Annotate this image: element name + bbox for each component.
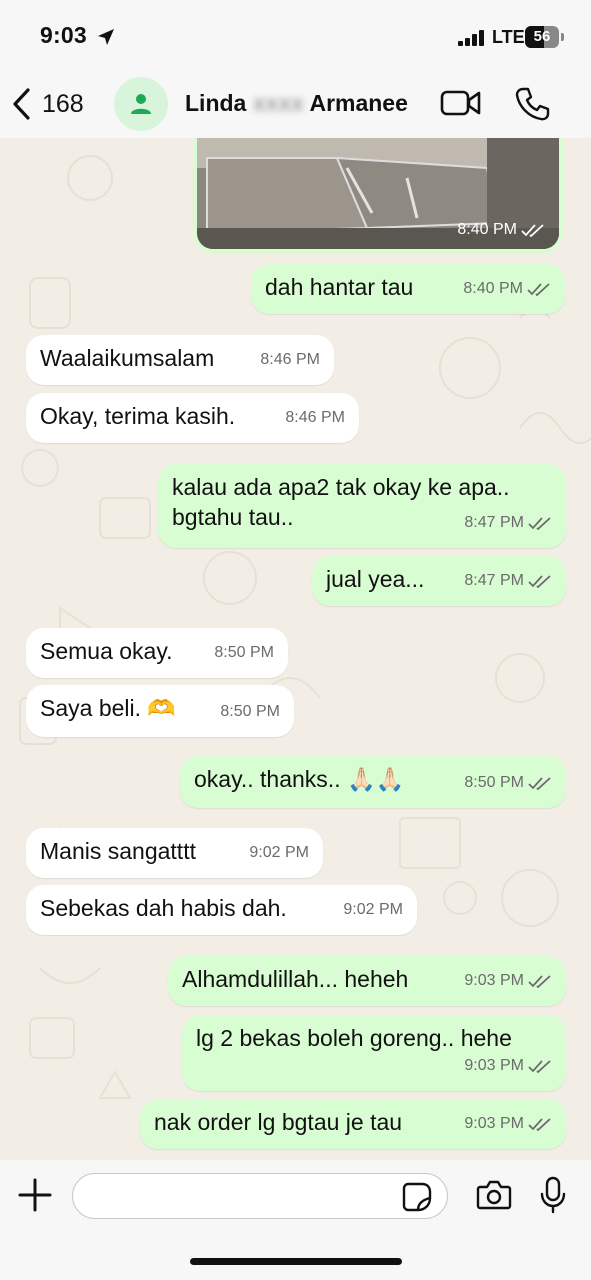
message-time: 9:03 PM bbox=[464, 1057, 524, 1074]
microphone-icon[interactable] bbox=[540, 1176, 566, 1214]
message-time: 8:40 PM bbox=[463, 280, 523, 297]
camera-icon[interactable] bbox=[476, 1180, 512, 1210]
network-label: LTE bbox=[492, 27, 525, 47]
message-meta: 9:02 PM bbox=[343, 895, 403, 925]
message-bubble[interactable]: Alhamdulillah... heheh 9:03 PM bbox=[168, 956, 566, 1006]
message-bubble[interactable]: nak order lg bgtau je tau 9:03 PM bbox=[140, 1099, 566, 1149]
sticker-icon[interactable] bbox=[402, 1182, 432, 1212]
video-call-icon[interactable] bbox=[440, 88, 482, 118]
composer-bar bbox=[0, 1160, 591, 1280]
double-check-icon bbox=[528, 575, 551, 588]
battery-cap bbox=[561, 33, 564, 41]
message-bubble[interactable]: Okay, terima kasih. 8:46 PM bbox=[26, 393, 359, 443]
avatar[interactable] bbox=[114, 77, 168, 131]
message-text: Sebekas dah habis dah. bbox=[40, 895, 287, 921]
message-time: 9:03 PM bbox=[464, 972, 524, 989]
status-bar: 9:03 LTE 56 bbox=[0, 0, 591, 72]
message-text: okay.. thanks.. 🙏🏻🙏🏻 bbox=[194, 766, 405, 792]
message-bubble[interactable]: lg 2 bekas boleh goreng.. hehe 9:03 PM bbox=[182, 1015, 566, 1091]
message-text: Alhamdulillah... heheh bbox=[182, 966, 409, 992]
contact-name-hidden: xxxx bbox=[252, 90, 304, 116]
message-input[interactable] bbox=[72, 1173, 448, 1219]
message-bubble[interactable]: Manis sangatttt 9:02 PM bbox=[26, 828, 323, 878]
chevron-left-icon bbox=[13, 88, 30, 120]
message-meta: 9:03 PM bbox=[464, 966, 552, 996]
plus-icon[interactable] bbox=[18, 1178, 52, 1212]
chat-header: 168 Linda xxxx Armanee bbox=[0, 72, 591, 138]
message-meta: 8:46 PM bbox=[260, 345, 320, 375]
person-icon bbox=[131, 94, 151, 114]
message-time: 9:02 PM bbox=[343, 901, 403, 918]
message-bubble[interactable]: Waalaikumsalam 8:46 PM bbox=[26, 335, 334, 385]
message-text: nak order lg bgtau je tau bbox=[154, 1109, 403, 1135]
phone-icon[interactable] bbox=[514, 86, 550, 122]
message-time: 8:47 PM bbox=[464, 514, 524, 531]
message-bubble[interactable]: Saya beli. 🫶 8:50 PM bbox=[26, 685, 294, 737]
message-time: 9:03 PM bbox=[464, 1115, 524, 1132]
message-text: lg 2 bekas boleh goreng.. hehe bbox=[196, 1025, 512, 1051]
message-time: 8:47 PM bbox=[464, 572, 524, 589]
message-bubble[interactable]: kalau ada apa2 tak okay ke apa.. bgtahu … bbox=[158, 464, 566, 548]
signal-bars-icon bbox=[458, 30, 484, 46]
message-text: Saya beli. 🫶 bbox=[40, 695, 177, 721]
contact-name[interactable]: Linda xxxx Armanee bbox=[185, 90, 408, 117]
message-time: 9:02 PM bbox=[249, 844, 309, 861]
double-check-icon bbox=[528, 1060, 551, 1073]
unread-count: 168 bbox=[42, 89, 84, 118]
message-meta: 8:47 PM bbox=[464, 566, 552, 596]
double-check-icon bbox=[521, 224, 544, 237]
message-meta: 8:40 PM bbox=[463, 274, 551, 304]
message-meta: 9:02 PM bbox=[249, 838, 309, 868]
message-text: kalau ada apa2 tak okay ke apa.. bbox=[172, 474, 510, 500]
message-text: jual yea... bbox=[326, 566, 425, 592]
message-time: 8:40 PM bbox=[457, 221, 517, 238]
message-bubble[interactable]: Semua okay. 8:50 PM bbox=[26, 628, 288, 678]
double-check-icon bbox=[528, 1118, 551, 1131]
message-meta: 9:03 PM bbox=[464, 1109, 552, 1139]
message-text: Semua okay. bbox=[40, 638, 173, 664]
message-text: Okay, terima kasih. bbox=[40, 403, 236, 429]
message-meta: 8:50 PM bbox=[464, 768, 552, 798]
message-meta: 8:40 PM bbox=[457, 221, 545, 239]
message-time: 8:50 PM bbox=[214, 644, 274, 661]
message-time: 8:50 PM bbox=[464, 774, 524, 791]
contact-name-first: Linda bbox=[185, 90, 247, 116]
message-bubble[interactable]: Sebekas dah habis dah. 9:02 PM bbox=[26, 885, 417, 935]
battery-text: 56 bbox=[533, 28, 551, 45]
message-bubble[interactable]: jual yea... 8:47 PM bbox=[312, 556, 566, 606]
message-bubble[interactable]: dah hantar tau 8:40 PM bbox=[251, 264, 565, 314]
message-meta: 8:50 PM bbox=[214, 638, 274, 668]
battery-indicator: 56 bbox=[525, 26, 559, 48]
double-check-icon bbox=[528, 975, 551, 988]
double-check-icon bbox=[527, 283, 550, 296]
home-indicator bbox=[190, 1258, 402, 1265]
double-check-icon bbox=[528, 777, 551, 790]
message-time: 8:50 PM bbox=[220, 703, 280, 720]
message-text: Manis sangatttt bbox=[40, 838, 196, 864]
message-time: 8:46 PM bbox=[260, 351, 320, 368]
image-thumbnail[interactable]: 8:40 PM bbox=[197, 138, 559, 249]
image-message[interactable]: 8:40 PM bbox=[193, 138, 563, 253]
double-check-icon bbox=[528, 517, 551, 530]
back-button[interactable]: 168 bbox=[10, 86, 84, 122]
location-arrow-icon bbox=[98, 29, 114, 45]
message-meta: 9:03 PM bbox=[464, 1051, 552, 1081]
message-meta: 8:46 PM bbox=[285, 403, 345, 433]
message-meta: 8:47 PM bbox=[464, 508, 552, 538]
status-time: 9:03 bbox=[40, 22, 87, 48]
contact-name-last: Armanee bbox=[309, 90, 408, 116]
message-bubble[interactable]: okay.. thanks.. 🙏🏻🙏🏻 8:50 PM bbox=[180, 756, 566, 808]
message-meta: 8:50 PM bbox=[220, 697, 280, 727]
chat-area[interactable]: 8:40 PM dah hantar tau 8:40 PM Waalaikum… bbox=[0, 138, 591, 1160]
message-text: dah hantar tau bbox=[265, 274, 414, 300]
message-time: 8:46 PM bbox=[285, 409, 345, 426]
message-text: Waalaikumsalam bbox=[40, 345, 215, 371]
